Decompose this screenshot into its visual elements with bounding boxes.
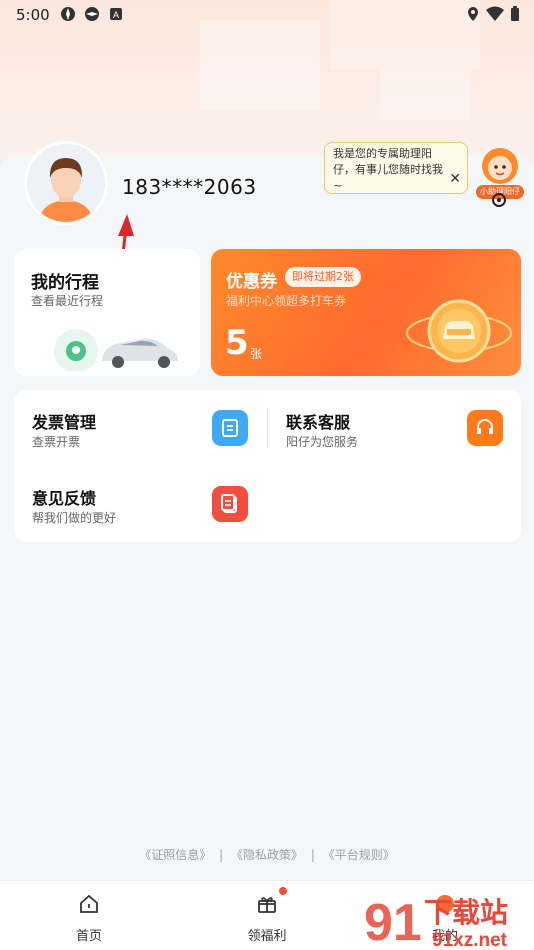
coupon-subtitle: 福利中心领超多打车券 — [226, 294, 347, 308]
invoice-title: 发票管理 — [32, 413, 97, 432]
trip-card-title: 我的行程 — [31, 273, 99, 293]
footer-links: 《证照信息》 | 《隐私政策》 | 《平台规则》 — [0, 846, 534, 863]
car-illustration — [54, 329, 178, 371]
tab-rewards-label: 领福利 — [247, 929, 287, 944]
privacy-link[interactable]: 《隐私政策》 — [231, 848, 303, 862]
footer-separator: | — [219, 848, 224, 862]
rules-link[interactable]: 《平台规则》 — [323, 848, 395, 862]
close-icon[interactable]: ✕ — [449, 171, 461, 187]
headset-icon — [467, 410, 503, 446]
service-subtitle: 阳仔为您服务 — [286, 435, 359, 449]
service-menu-card: 发票管理 查票开票 联系客服 阳仔为您服务 意见反馈 帮我们做的更好 — [14, 390, 521, 542]
watermark-text-bottom: 91xz.net — [432, 930, 508, 950]
my-trips-card[interactable]: 我的行程 查看最近行程 — [14, 249, 200, 376]
site-watermark: 91 下载站 91xz.net — [364, 894, 508, 950]
menu-divider — [267, 408, 268, 448]
svg-text:91: 91 — [364, 894, 422, 950]
tab-home[interactable]: 首页 — [49, 893, 129, 944]
feedback-icon — [212, 486, 248, 522]
coupon-car-emblem-icon — [406, 299, 512, 363]
notification-dot — [279, 887, 287, 895]
gift-icon — [258, 897, 276, 913]
tab-rewards[interactable]: 领福利 — [227, 887, 307, 944]
assistant-bubble[interactable]: 我是您的专属助理阳仔，有事儿您随时找我~ ✕ — [324, 142, 468, 194]
coupon-expiring-badge: 即将过期2张 — [285, 267, 361, 287]
invoice-icon — [212, 410, 248, 446]
coupon-title: 优惠券 — [226, 272, 277, 292]
service-title: 联系客服 — [286, 413, 351, 432]
feedback-subtitle: 帮我们做的更好 — [32, 511, 117, 525]
coupon-count: 5 — [225, 323, 249, 363]
invoice-subtitle: 查票开票 — [32, 435, 81, 449]
trip-card-subtitle: 查看最近行程 — [31, 294, 104, 308]
tab-home-label: 首页 — [75, 929, 102, 944]
feedback-title: 意见反馈 — [32, 489, 97, 508]
coupon-unit: 张 — [250, 347, 263, 361]
assistant-bubble-text: 我是您的专属助理阳仔，有事儿您随时找我~ — [333, 147, 443, 192]
mascot-icon[interactable] — [478, 146, 522, 186]
home-icon — [80, 894, 98, 913]
coupon-card[interactable]: 优惠券 即将过期2张 福利中心领超多打车券 5 张 — [211, 249, 521, 376]
footer-separator: | — [310, 848, 315, 862]
watermark-text-top: 下载站 — [424, 896, 508, 929]
license-link[interactable]: 《证照信息》 — [139, 848, 211, 862]
gear-icon[interactable] — [489, 190, 509, 210]
